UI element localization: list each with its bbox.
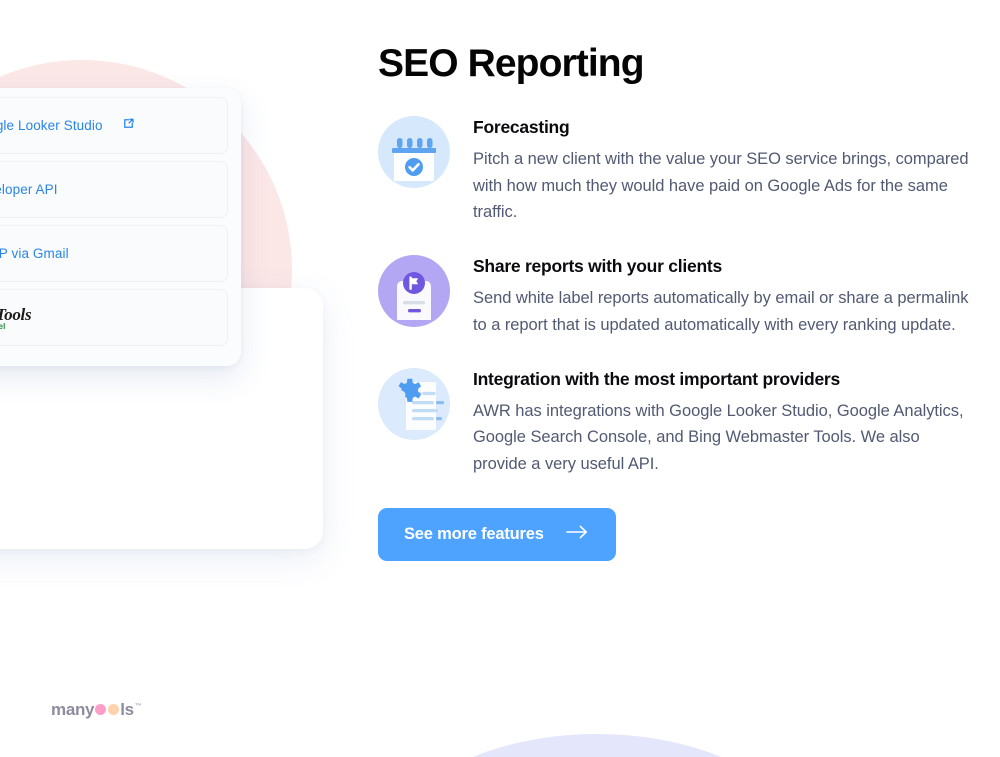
feature-title: Integration with the most important prov…	[473, 368, 840, 389]
integration-label: Google Looker Studio	[0, 118, 103, 133]
manytools-logo: many ls ™	[51, 700, 142, 720]
arrow-right-icon	[565, 525, 588, 544]
calendar-check-icon	[378, 115, 450, 188]
integration-label: Developer API	[0, 182, 58, 197]
integration-row-developer-api[interactable]: Developer API	[0, 161, 228, 218]
gear-document-icon	[378, 367, 450, 440]
integration-row-smtp-via-gmail[interactable]: SMTP via Gmail	[0, 225, 228, 282]
feature-item-forecasting: Forecasting Pitch a new client with the …	[378, 114, 974, 226]
integrations-card: Google Looker Studio Developer API	[0, 88, 241, 366]
feature-description: AWR has integrations with Google Looker …	[473, 401, 964, 473]
external-link-icon	[122, 117, 135, 135]
see-more-features-button[interactable]: See more features	[378, 507, 616, 561]
feature-description: Pitch a new client with the value your S…	[473, 149, 969, 222]
logo-trademark: ™	[134, 703, 142, 710]
logo-dot-pink	[95, 704, 107, 715]
logo-prefix: many	[51, 700, 95, 719]
feature-title: Forecasting	[473, 116, 570, 137]
report-flag-icon	[378, 255, 450, 328]
page-root: Visibility Landing pages Landing pages Y…	[0, 0, 1000, 757]
cta-label: See more features	[404, 524, 544, 543]
feature-title: Share reports with your clients	[473, 256, 722, 277]
code-label-list: Visibility Landing pages Landing pages Y…	[0, 368, 130, 555]
feature-item-share-reports: Share reports with your clients Send whi…	[378, 253, 974, 338]
integration-label: SeoTools for Excel	[0, 304, 32, 331]
feature-item-integration: Integration with the most important prov…	[378, 366, 974, 478]
lavender-blob-decoration	[382, 734, 812, 757]
integration-label: SMTP via Gmail	[0, 246, 69, 261]
content-column: SEO Reporting Forecasting Pitch a new cl…	[378, 42, 974, 561]
logo-suffix: ls	[120, 700, 134, 719]
feature-description: Send white label reports automatically b…	[473, 289, 969, 334]
page-title: SEO Reporting	[378, 42, 645, 85]
integration-row-seotools-for-excel[interactable]: SeoTools for Excel	[0, 289, 228, 346]
integration-row-google-looker-studio[interactable]: Google Looker Studio	[0, 97, 228, 154]
logo-dot-peach	[108, 704, 120, 715]
